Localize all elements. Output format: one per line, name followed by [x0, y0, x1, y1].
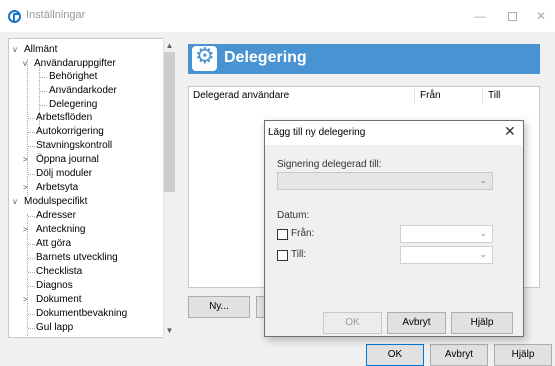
close-window-button[interactable]: ✕: [526, 6, 555, 26]
to-label: Till:: [291, 249, 307, 260]
date-label: Datum:: [277, 210, 310, 221]
minimize-button[interactable]: —: [465, 6, 495, 26]
tree-item-behorighet[interactable]: Behörighet: [49, 70, 97, 83]
to-date-select[interactable]: ⌄: [400, 246, 493, 264]
from-checkbox[interactable]: [277, 229, 288, 240]
tree-item-delegering[interactable]: Delegering: [49, 98, 97, 111]
gear-icon: [192, 44, 217, 71]
dialog-close-icon[interactable]: ✕: [504, 123, 516, 140]
expand-icon[interactable]: v: [23, 57, 27, 70]
app-logo-icon: [8, 10, 21, 23]
tree-item-adresser[interactable]: Adresser: [36, 209, 76, 222]
tree-item-stavningskontroll[interactable]: Stavningskontroll: [36, 139, 112, 152]
tree-item-dokumentbevakning[interactable]: Dokumentbevakning: [36, 307, 127, 320]
dialog-help-button[interactable]: Hjälp: [451, 312, 513, 334]
ok-button[interactable]: OK: [366, 344, 424, 366]
scroll-up-icon[interactable]: ▲: [163, 39, 176, 52]
tree-item-anvandarkoder[interactable]: Användarkoder: [49, 84, 117, 97]
from-date-select[interactable]: ⌄: [400, 225, 493, 243]
tree-item-barnets-utveckling[interactable]: Barnets utveckling: [36, 251, 118, 264]
column-header-user[interactable]: Delegerad användare: [193, 90, 289, 101]
tree-scrollbar-thumb[interactable]: [164, 52, 175, 192]
column-header-from[interactable]: Från: [420, 90, 441, 101]
help-button[interactable]: Hjälp: [494, 344, 552, 366]
column-header-to[interactable]: Till: [488, 90, 500, 101]
to-checkbox[interactable]: [277, 250, 288, 261]
maximize-icon: [507, 12, 517, 22]
chevron-down-icon: ⌄: [479, 228, 487, 238]
cancel-button[interactable]: Avbryt: [430, 344, 488, 366]
chevron-down-icon: ⌄: [479, 175, 487, 185]
column-separator: [482, 88, 483, 104]
expand-icon[interactable]: v: [13, 195, 17, 208]
column-separator: [414, 88, 415, 104]
expand-icon[interactable]: v: [13, 43, 17, 56]
maximize-button[interactable]: [497, 6, 527, 26]
expand-icon[interactable]: >: [23, 293, 28, 306]
expand-icon[interactable]: >: [23, 153, 28, 166]
dialog-ok-button[interactable]: OK: [323, 312, 382, 334]
from-label: Från:: [291, 228, 315, 239]
sign-select[interactable]: ⌄: [277, 172, 493, 190]
expand-icon[interactable]: >: [23, 223, 28, 236]
tree-item-att-gora[interactable]: Att göra: [36, 237, 71, 250]
new-delegation-button[interactable]: Ny...: [188, 296, 250, 318]
tree-item-arbetsfloden[interactable]: Arbetsflöden: [36, 111, 92, 124]
dialog-title: Lägg till ny delegering: [268, 127, 366, 138]
panel-title: Delegering: [224, 49, 307, 66]
sign-label: Signering delegerad till:: [277, 159, 382, 170]
tree-item-autokorrigering[interactable]: Autokorrigering: [36, 125, 104, 138]
tree-item-gul-lapp[interactable]: Gul lapp: [36, 321, 73, 334]
window-title: Inställningar: [26, 9, 86, 21]
dialog-cancel-button[interactable]: Avbryt: [387, 312, 446, 334]
expand-icon[interactable]: >: [23, 181, 28, 194]
settings-tree: v Allmänt v Användaruppgifter Behörighet…: [8, 38, 176, 338]
tree-item-checklista[interactable]: Checklista: [36, 265, 82, 278]
tree-item-diagnos[interactable]: Diagnos: [36, 279, 73, 292]
scroll-down-icon[interactable]: ▼: [163, 324, 176, 337]
tree-item-dolj-moduler[interactable]: Dölj moduler: [36, 167, 92, 180]
chevron-down-icon: ⌄: [479, 249, 487, 259]
